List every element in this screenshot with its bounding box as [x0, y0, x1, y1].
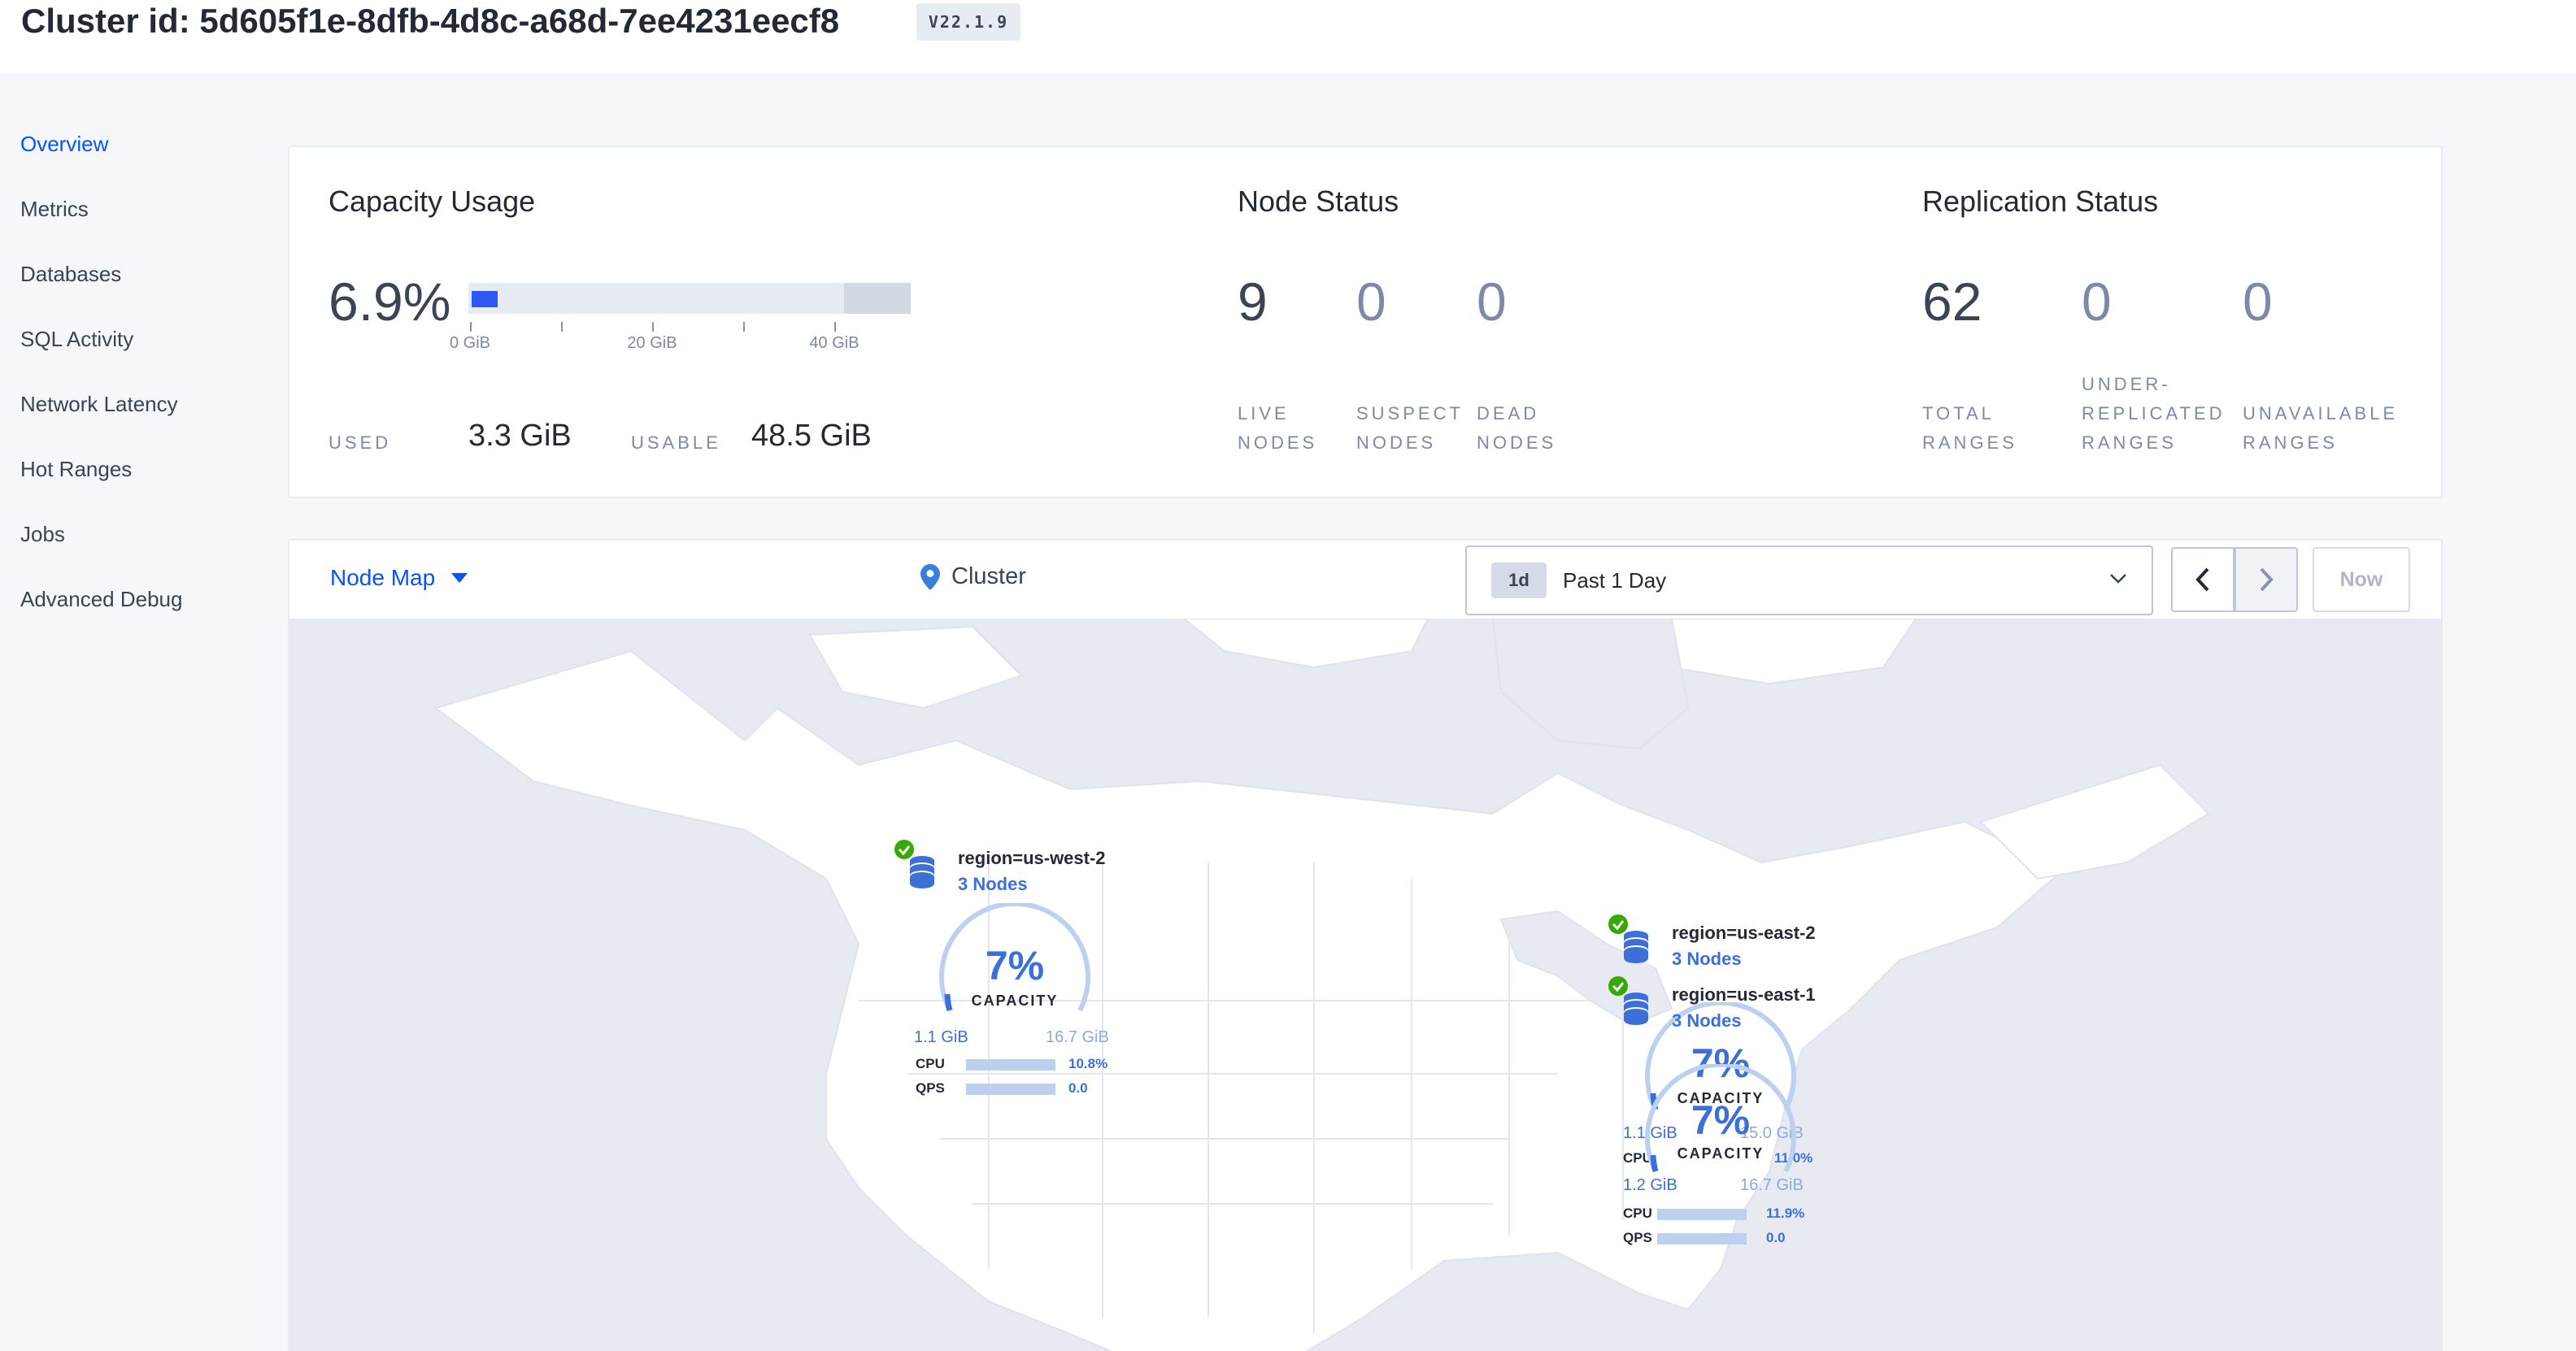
unavailable-ranges-count: 0: [2243, 272, 2273, 332]
sidebar-item-metrics[interactable]: Metrics: [20, 197, 89, 222]
unavailable-ranges-label: UNAVAILABLE RANGES: [2243, 403, 2399, 453]
region-name: region=us-east-2: [1672, 923, 1816, 943]
database-icon: [1624, 931, 1648, 963]
region-name: region=us-east-1: [1672, 984, 1816, 1005]
live-nodes-count: 9: [1238, 272, 1268, 332]
suspect-nodes-label: SUSPECT NODES: [1356, 403, 1464, 453]
sidebar-item-jobs[interactable]: Jobs: [20, 522, 65, 547]
region-us-west-2[interactable]: region=us-west-2 3 Nodes 7% CAPACITY 1.1…: [893, 838, 1186, 1106]
capacity-caption: CAPACITY: [1677, 1145, 1764, 1162]
qps-sparkline: [1657, 1233, 1747, 1245]
used-value: 3.3 GiB: [468, 419, 572, 453]
breadcrumb-cluster: Cluster: [951, 563, 1026, 589]
dead-nodes-label: DEAD NODES: [1477, 403, 1557, 453]
total-storage: 16.7 GiB: [1046, 1028, 1109, 1046]
replication-status-heading: Replication Status: [1922, 185, 2159, 218]
time-range-badge: 1d: [1491, 563, 1547, 598]
node-map[interactable]: region=us-west-2 3 Nodes 7% CAPACITY 1.1…: [289, 618, 2443, 1351]
chevron-right-icon: [2260, 567, 2274, 592]
database-icon: [1624, 993, 1648, 1025]
cpu-value: 11.9%: [1766, 1205, 1805, 1221]
dead-nodes-count: 0: [1477, 272, 1507, 332]
live-nodes-label: LIVE NODES: [1238, 403, 1318, 453]
locality-breadcrumb[interactable]: Cluster: [920, 563, 1026, 590]
capacity-tick: [743, 322, 745, 332]
capacity-tick: [834, 322, 836, 332]
time-range-label: Past 1 Day: [1563, 567, 1667, 593]
capacity-usage-heading: Capacity Usage: [329, 185, 536, 218]
cpu-value: 10.8%: [1068, 1056, 1108, 1071]
used-storage: 1.2 GiB: [1623, 1176, 1677, 1194]
total-ranges-label: TOTAL RANGES: [1922, 403, 2017, 453]
sidebar-item-network-latency[interactable]: Network Latency: [20, 392, 178, 417]
time-prev-button[interactable]: [2171, 547, 2234, 612]
used-storage: 1.1 GiB: [914, 1028, 968, 1046]
cluster-title: Cluster id: 5d605f1e-8dfb-4d8c-a68d-7ee4…: [21, 2, 840, 40]
capacity-percent: 6.9%: [329, 272, 451, 332]
sidebar-item-sql-activity[interactable]: SQL Activity: [20, 327, 133, 352]
capacity-tick-label: 0 GiB: [449, 334, 491, 352]
page-header: Cluster id: 5d605f1e-8dfb-4d8c-a68d-7ee4…: [0, 0, 2576, 73]
usable-label: USABLE: [631, 432, 721, 453]
capacity-percent-label: 7%: [1690, 1097, 1751, 1143]
now-button[interactable]: Now: [2313, 547, 2410, 612]
qps-label: QPS: [916, 1080, 945, 1096]
cpu-label: CPU: [916, 1056, 945, 1071]
capacity-caption: CAPACITY: [971, 993, 1059, 1009]
time-next-button[interactable]: [2234, 547, 2298, 612]
capacity-bar: [468, 283, 911, 314]
view-dropdown-label: Node Map: [330, 565, 436, 590]
under-replicated-label: UNDER-REPLICATED RANGES: [2082, 374, 2226, 453]
capacity-tick: [652, 322, 654, 332]
used-label: USED: [329, 432, 392, 453]
capacity-tick-label: 20 GiB: [627, 334, 677, 352]
total-storage: 16.7 GiB: [1740, 1176, 1804, 1194]
node-map-panel: Node Map Cluster 1d Past 1 Day Now regio…: [288, 539, 2443, 1351]
region-name: region=us-west-2: [958, 848, 1106, 868]
capacity-tick-label: 40 GiB: [809, 334, 859, 352]
region-node-count: 3 Nodes: [1672, 1010, 1742, 1031]
caret-down-icon: [451, 573, 468, 583]
qps-sparkline: [966, 1084, 1055, 1095]
capacity-tick: [561, 322, 563, 332]
cpu-sparkline: [1657, 1209, 1747, 1220]
cluster-summary-card: Capacity Usage 6.9% 0 GiB 20 GiB 40 GiB …: [288, 146, 2443, 498]
region-node-count: 3 Nodes: [958, 874, 1028, 894]
under-replicated-count: 0: [2082, 272, 2112, 332]
version-badge: V22.1.9: [916, 3, 1020, 41]
sidebar-item-overview[interactable]: Overview: [20, 132, 108, 157]
sidebar-item-databases[interactable]: Databases: [20, 262, 121, 287]
map-pin-icon: [920, 563, 940, 590]
capacity-bar-reserved: [844, 283, 911, 314]
cpu-sparkline: [966, 1059, 1055, 1071]
qps-value: 0.0: [1766, 1230, 1786, 1245]
chevron-left-icon: [2195, 567, 2209, 592]
region-node-count: 3 Nodes: [1672, 949, 1742, 969]
cpu-label: CPU: [1623, 1205, 1652, 1221]
qps-value: 0.0: [1068, 1080, 1088, 1096]
total-ranges-count: 62: [1922, 272, 1982, 332]
usable-value: 48.5 GiB: [751, 419, 872, 453]
region-markers: [289, 619, 2443, 1351]
sidebar-item-advanced-debug[interactable]: Advanced Debug: [20, 587, 182, 612]
view-dropdown[interactable]: Node Map: [330, 565, 468, 591]
time-range-select[interactable]: 1d Past 1 Day: [1465, 545, 2153, 615]
sidebar-item-hot-ranges[interactable]: Hot Ranges: [20, 457, 132, 482]
node-status-heading: Node Status: [1238, 185, 1399, 218]
suspect-nodes-count: 0: [1356, 272, 1386, 332]
region-us-east-1[interactable]: region=us-east-1 3 Nodes 7% CAPACITY 1.2…: [1607, 975, 1899, 1245]
database-icon: [910, 856, 934, 888]
qps-label: QPS: [1623, 1230, 1652, 1245]
map-toolbar: Node Map Cluster 1d Past 1 Day Now: [289, 541, 2441, 619]
capacity-tick: [470, 322, 472, 332]
capacity-percent-label: 7%: [985, 943, 1045, 988]
capacity-bar-used: [472, 291, 498, 307]
chevron-down-icon: [2110, 574, 2126, 584]
